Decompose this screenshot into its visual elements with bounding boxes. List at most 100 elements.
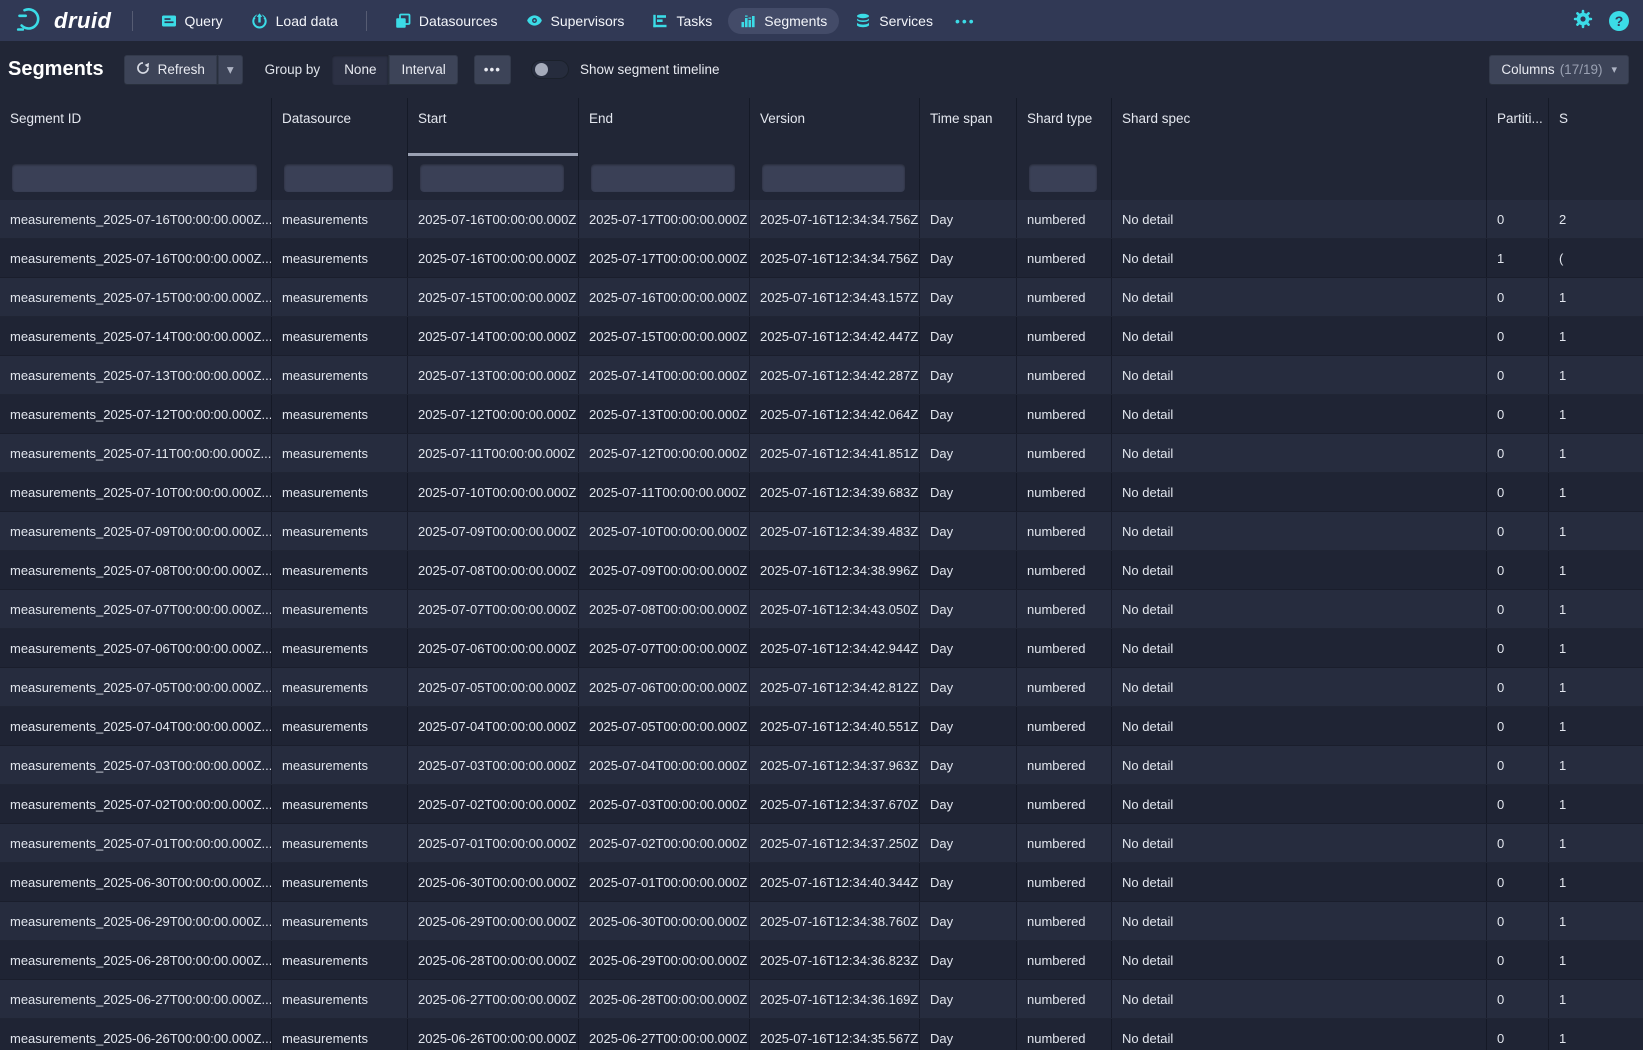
- header-end[interactable]: End: [579, 98, 750, 156]
- cell-size[interactable]: 1: [1549, 356, 1643, 394]
- cell-end[interactable]: 2025-07-07T00:00:00.000Z: [579, 629, 750, 667]
- cell-shard-type[interactable]: numbered: [1017, 902, 1112, 940]
- cell-start[interactable]: 2025-06-29T00:00:00.000Z: [408, 902, 579, 940]
- cell-time-span[interactable]: Day: [920, 356, 1017, 394]
- cell-time-span[interactable]: Day: [920, 239, 1017, 277]
- refresh-button[interactable]: Refresh: [124, 55, 217, 85]
- cell-start[interactable]: 2025-07-12T00:00:00.000Z: [408, 395, 579, 433]
- cell-time-span[interactable]: Day: [920, 941, 1017, 979]
- cell-shard-type[interactable]: numbered: [1017, 746, 1112, 784]
- cell-segment-id[interactable]: measurements_2025-07-08T00:00:00.000Z...: [0, 551, 272, 589]
- cell-time-span[interactable]: Day: [920, 434, 1017, 472]
- cell-start[interactable]: 2025-06-27T00:00:00.000Z: [408, 980, 579, 1018]
- header-shard-type[interactable]: Shard type: [1017, 98, 1112, 156]
- cell-end[interactable]: 2025-07-03T00:00:00.000Z: [579, 785, 750, 823]
- cell-version[interactable]: 2025-07-16T12:34:37.250Z: [750, 824, 920, 862]
- refresh-interval-dropdown[interactable]: ▾: [217, 55, 243, 85]
- cell-segment-id[interactable]: measurements_2025-06-27T00:00:00.000Z...: [0, 980, 272, 1018]
- cell-segment-id[interactable]: measurements_2025-07-01T00:00:00.000Z...: [0, 824, 272, 862]
- cell-segment-id[interactable]: measurements_2025-06-28T00:00:00.000Z...: [0, 941, 272, 979]
- cell-shard-spec[interactable]: No detail: [1112, 668, 1487, 706]
- cell-time-span[interactable]: Day: [920, 512, 1017, 550]
- cell-partition[interactable]: 0: [1487, 629, 1549, 667]
- cell-shard-spec[interactable]: No detail: [1112, 1019, 1487, 1050]
- cell-shard-type[interactable]: numbered: [1017, 980, 1112, 1018]
- cell-size[interactable]: 1: [1549, 629, 1643, 667]
- cell-shard-spec[interactable]: No detail: [1112, 239, 1487, 277]
- cell-shard-spec[interactable]: No detail: [1112, 278, 1487, 316]
- cell-start[interactable]: 2025-07-11T00:00:00.000Z: [408, 434, 579, 472]
- cell-datasource[interactable]: measurements: [272, 902, 408, 940]
- cell-partition[interactable]: 0: [1487, 278, 1549, 316]
- cell-time-span[interactable]: Day: [920, 317, 1017, 355]
- cell-end[interactable]: 2025-06-29T00:00:00.000Z: [579, 941, 750, 979]
- cell-datasource[interactable]: measurements: [272, 746, 408, 784]
- nav-item-query[interactable]: Query: [149, 8, 235, 34]
- cell-start[interactable]: 2025-07-14T00:00:00.000Z: [408, 317, 579, 355]
- header-shard-spec[interactable]: Shard spec: [1112, 98, 1487, 156]
- cell-size[interactable]: 1: [1549, 434, 1643, 472]
- cell-version[interactable]: 2025-07-16T12:34:39.683Z: [750, 473, 920, 511]
- cell-shard-type[interactable]: numbered: [1017, 590, 1112, 628]
- cell-end[interactable]: 2025-07-06T00:00:00.000Z: [579, 668, 750, 706]
- nav-item-services[interactable]: Services: [843, 8, 945, 34]
- nav-item-supervisors[interactable]: Supervisors: [514, 7, 637, 34]
- group-by-interval-button[interactable]: Interval: [388, 55, 457, 85]
- cell-size[interactable]: 1: [1549, 512, 1643, 550]
- cell-end[interactable]: 2025-07-02T00:00:00.000Z: [579, 824, 750, 862]
- cell-shard-spec[interactable]: No detail: [1112, 863, 1487, 901]
- cell-partition[interactable]: 0: [1487, 1019, 1549, 1050]
- cell-version[interactable]: 2025-07-16T12:34:38.760Z: [750, 902, 920, 940]
- cell-end[interactable]: 2025-07-12T00:00:00.000Z: [579, 434, 750, 472]
- cell-datasource[interactable]: measurements: [272, 863, 408, 901]
- settings-button[interactable]: [1573, 9, 1593, 32]
- cell-version[interactable]: 2025-07-16T12:34:35.567Z: [750, 1019, 920, 1050]
- cell-shard-type[interactable]: numbered: [1017, 434, 1112, 472]
- cell-shard-type[interactable]: numbered: [1017, 395, 1112, 433]
- cell-size[interactable]: 2: [1549, 200, 1643, 238]
- cell-segment-id[interactable]: measurements_2025-07-15T00:00:00.000Z...: [0, 278, 272, 316]
- cell-size[interactable]: 1: [1549, 668, 1643, 706]
- cell-datasource[interactable]: measurements: [272, 980, 408, 1018]
- cell-version[interactable]: 2025-07-16T12:34:34.756Z: [750, 200, 920, 238]
- cell-shard-spec[interactable]: No detail: [1112, 590, 1487, 628]
- cell-segment-id[interactable]: measurements_2025-07-16T00:00:00.000Z...: [0, 239, 272, 277]
- cell-datasource[interactable]: measurements: [272, 239, 408, 277]
- cell-datasource[interactable]: measurements: [272, 590, 408, 628]
- shard-type-filter-input[interactable]: [1029, 164, 1097, 192]
- cell-partition[interactable]: 0: [1487, 785, 1549, 823]
- cell-shard-type[interactable]: numbered: [1017, 668, 1112, 706]
- nav-more-button[interactable]: •••: [947, 8, 984, 34]
- cell-end[interactable]: 2025-07-13T00:00:00.000Z: [579, 395, 750, 433]
- cell-size[interactable]: 1: [1549, 551, 1643, 589]
- cell-segment-id[interactable]: measurements_2025-07-02T00:00:00.000Z...: [0, 785, 272, 823]
- cell-datasource[interactable]: measurements: [272, 1019, 408, 1050]
- cell-size[interactable]: (: [1549, 239, 1643, 277]
- columns-dropdown-button[interactable]: Columns (17/19) ▾: [1489, 55, 1629, 85]
- cell-datasource[interactable]: measurements: [272, 200, 408, 238]
- cell-datasource[interactable]: measurements: [272, 395, 408, 433]
- cell-shard-type[interactable]: numbered: [1017, 551, 1112, 589]
- cell-shard-type[interactable]: numbered: [1017, 629, 1112, 667]
- header-datasource[interactable]: Datasource: [272, 98, 408, 156]
- cell-segment-id[interactable]: measurements_2025-07-03T00:00:00.000Z...: [0, 746, 272, 784]
- cell-start[interactable]: 2025-07-03T00:00:00.000Z: [408, 746, 579, 784]
- cell-time-span[interactable]: Day: [920, 824, 1017, 862]
- cell-shard-spec[interactable]: No detail: [1112, 941, 1487, 979]
- cell-partition[interactable]: 0: [1487, 590, 1549, 628]
- cell-start[interactable]: 2025-07-02T00:00:00.000Z: [408, 785, 579, 823]
- cell-start[interactable]: 2025-07-15T00:00:00.000Z: [408, 278, 579, 316]
- cell-version[interactable]: 2025-07-16T12:34:37.963Z: [750, 746, 920, 784]
- segment-timeline-label[interactable]: Show segment timeline: [580, 62, 720, 77]
- cell-start[interactable]: 2025-07-10T00:00:00.000Z: [408, 473, 579, 511]
- cell-shard-spec[interactable]: No detail: [1112, 707, 1487, 745]
- cell-time-span[interactable]: Day: [920, 980, 1017, 1018]
- cell-time-span[interactable]: Day: [920, 902, 1017, 940]
- cell-size[interactable]: 1: [1549, 590, 1643, 628]
- cell-shard-spec[interactable]: No detail: [1112, 512, 1487, 550]
- cell-size[interactable]: 1: [1549, 278, 1643, 316]
- header-time-span[interactable]: Time span: [920, 98, 1017, 156]
- cell-partition[interactable]: 0: [1487, 746, 1549, 784]
- cell-time-span[interactable]: Day: [920, 551, 1017, 589]
- cell-size[interactable]: 1: [1549, 395, 1643, 433]
